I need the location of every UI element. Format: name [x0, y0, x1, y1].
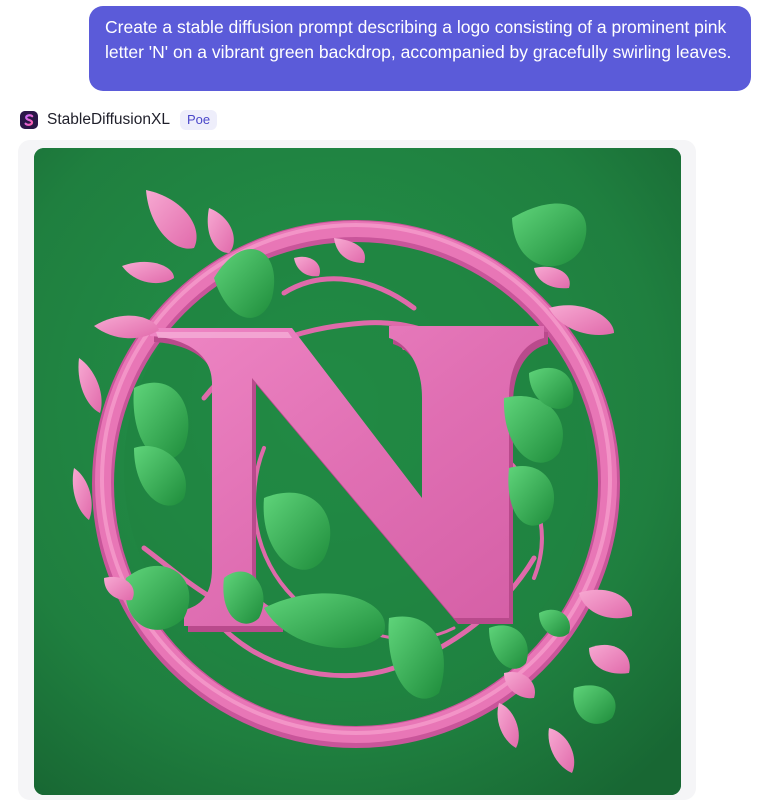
user-message-bubble: Create a stable diffusion prompt describ… — [89, 6, 751, 91]
bot-header: StableDiffusionXL Poe — [20, 109, 218, 131]
stable-diffusion-s-icon — [20, 111, 38, 129]
generated-logo-artwork — [34, 148, 681, 795]
bot-avatar[interactable] — [20, 111, 38, 129]
poe-badge: Poe — [179, 110, 218, 130]
bot-name[interactable]: StableDiffusionXL — [47, 111, 170, 129]
generated-image[interactable] — [34, 148, 681, 795]
user-message-text: Create a stable diffusion prompt describ… — [105, 17, 732, 62]
chat-page: Create a stable diffusion prompt describ… — [0, 0, 758, 800]
